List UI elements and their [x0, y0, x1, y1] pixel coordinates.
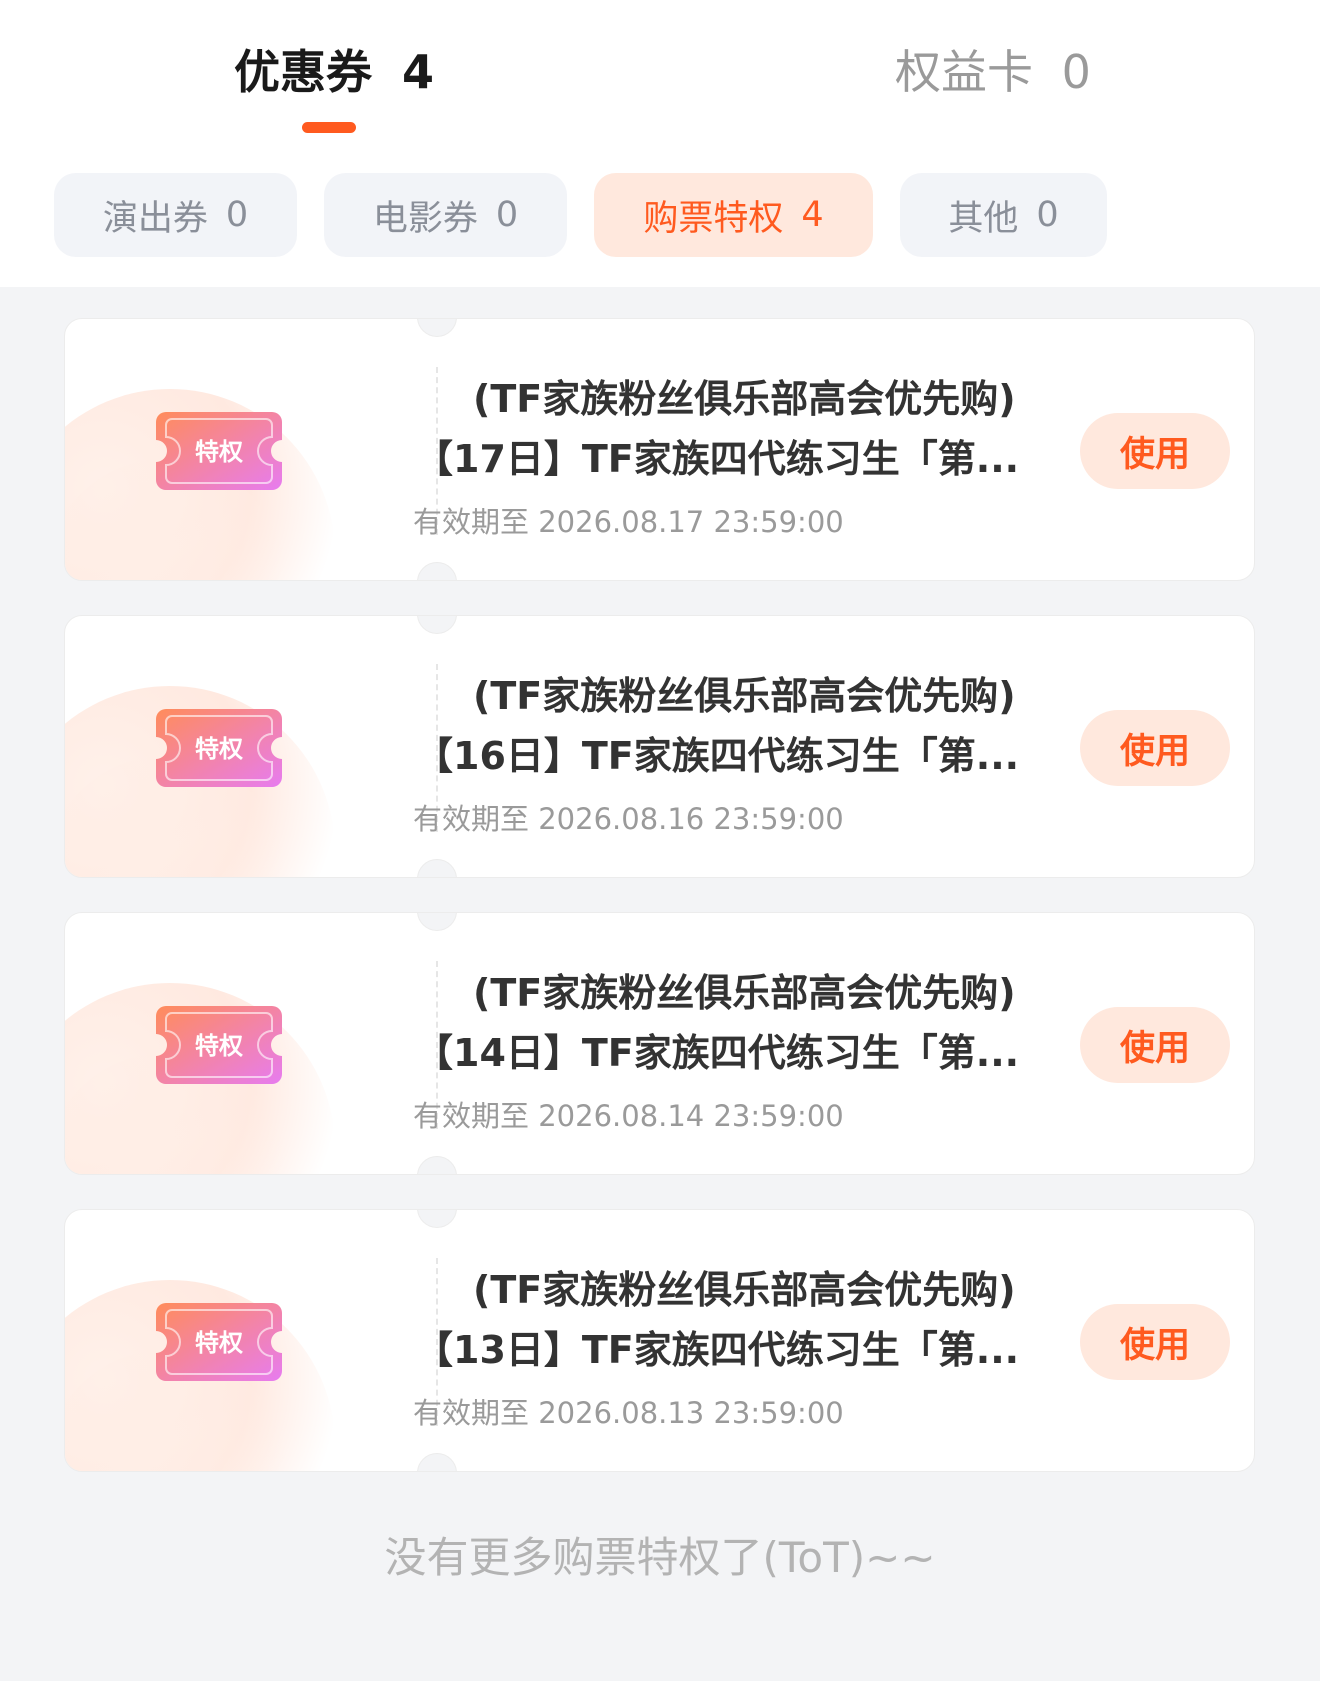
chip-count: 4	[801, 195, 824, 235]
card-title-line1: (TF家族粉丝俱乐部高会优先购)	[473, 377, 1016, 421]
card-validity: 有效期至 2026.08.13 23:59:00	[413, 1396, 844, 1430]
card-title: (TF家族粉丝俱乐部高会优先购) 【17日】TF家族四代练习生「第...	[415, 369, 1135, 489]
privilege-card: 特权 (TF家族粉丝俱乐部高会优先购) 【14日】TF家族四代练习生「第... …	[64, 912, 1255, 1175]
chip-label: 电影券	[372, 198, 478, 239]
ticket-notch	[417, 562, 457, 580]
ticket-notch	[417, 319, 457, 337]
badge-label: 特权	[195, 1329, 243, 1357]
ticket-notch	[417, 616, 457, 634]
badge-label: 特权	[195, 1032, 243, 1060]
ticket-notch	[417, 859, 457, 877]
ticket-notch	[417, 1210, 457, 1228]
chip-movie-coupons[interactable]: 电影券 0	[324, 173, 567, 257]
tab-coupons-label: 优惠券	[234, 45, 372, 99]
privilege-card: 特权 (TF家族粉丝俱乐部高会优先购) 【13日】TF家族四代练习生「第... …	[64, 1209, 1255, 1472]
tab-coupons-count: 4	[402, 45, 435, 99]
active-tab-indicator	[302, 122, 356, 133]
use-button[interactable]: 使用	[1080, 710, 1230, 786]
tab-benefit-cards[interactable]: 权益卡 0	[895, 40, 1091, 104]
chip-label: 其他	[948, 198, 1019, 239]
badge-label: 特权	[195, 438, 243, 466]
use-button[interactable]: 使用	[1080, 413, 1230, 489]
ticket-notch	[417, 1453, 457, 1471]
card-title: (TF家族粉丝俱乐部高会优先购) 【16日】TF家族四代练习生「第...	[415, 666, 1135, 786]
ticket-notch	[417, 1156, 457, 1174]
use-button[interactable]: 使用	[1080, 1304, 1230, 1380]
card-title-line1: (TF家族粉丝俱乐部高会优先购)	[473, 674, 1016, 718]
privilege-ticket-icon: 特权	[156, 1006, 282, 1084]
card-title-line1: (TF家族粉丝俱乐部高会优先购)	[473, 1268, 1016, 1312]
ticket-notch	[417, 913, 457, 931]
end-of-list-message: 没有更多购票特权了(ToT)~~	[384, 1533, 936, 1582]
chip-ticket-privilege[interactable]: 购票特权 4	[594, 173, 873, 257]
card-title-line2: 【17日】TF家族四代练习生「第...	[415, 437, 1020, 481]
use-button[interactable]: 使用	[1080, 1007, 1230, 1083]
card-title: (TF家族粉丝俱乐部高会优先购) 【13日】TF家族四代练习生「第...	[415, 1260, 1135, 1380]
card-title-line1: (TF家族粉丝俱乐部高会优先购)	[473, 971, 1016, 1015]
card-validity: 有效期至 2026.08.14 23:59:00	[413, 1099, 844, 1133]
tab-benefit-cards-label: 权益卡	[895, 45, 1033, 99]
chip-other[interactable]: 其他 0	[900, 173, 1107, 257]
chip-show-coupons[interactable]: 演出券 0	[54, 173, 297, 257]
chip-label: 购票特权	[643, 198, 784, 239]
chip-count: 0	[225, 195, 249, 235]
card-validity: 有效期至 2026.08.17 23:59:00	[413, 505, 844, 539]
privilege-card: 特权 (TF家族粉丝俱乐部高会优先购) 【17日】TF家族四代练习生「第... …	[64, 318, 1255, 581]
badge-label: 特权	[195, 735, 243, 763]
privilege-ticket-icon: 特权	[156, 412, 282, 490]
chip-label: 演出券	[102, 198, 208, 239]
tab-coupons[interactable]: 优惠券 4	[234, 40, 434, 104]
card-title: (TF家族粉丝俱乐部高会优先购) 【14日】TF家族四代练习生「第...	[415, 963, 1135, 1083]
header-area: 优惠券 4 权益卡 0 演出券 0 电影券 0 购票特权 4 其他 0	[0, 0, 1320, 287]
chip-count: 0	[1036, 195, 1059, 235]
card-title-line2: 【13日】TF家族四代练习生「第...	[415, 1328, 1020, 1372]
card-title-line2: 【16日】TF家族四代练习生「第...	[415, 734, 1020, 778]
card-title-line2: 【14日】TF家族四代练习生「第...	[415, 1031, 1020, 1075]
privilege-card: 特权 (TF家族粉丝俱乐部高会优先购) 【16日】TF家族四代练习生「第... …	[64, 615, 1255, 878]
privilege-ticket-icon: 特权	[156, 709, 282, 787]
chip-count: 0	[495, 195, 519, 235]
privilege-ticket-icon: 特权	[156, 1303, 282, 1381]
tab-benefit-cards-count: 0	[1061, 45, 1091, 99]
card-validity: 有效期至 2026.08.16 23:59:00	[413, 802, 844, 836]
